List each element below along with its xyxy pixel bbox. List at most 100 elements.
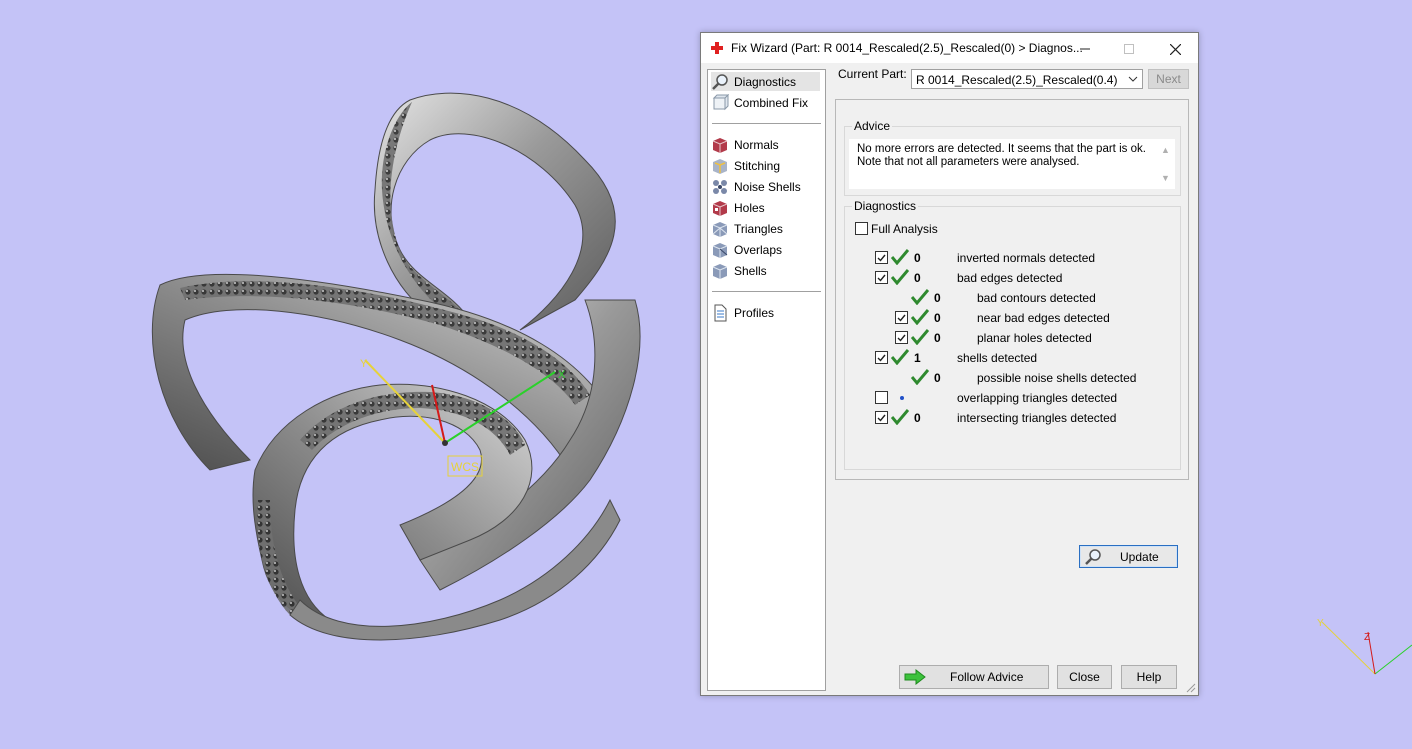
nav-item-noise-shells[interactable]: Noise Shells [711,177,820,196]
minimize-button[interactable] [1062,33,1108,63]
profiles-icon [714,304,727,321]
nav-item-profiles[interactable]: Profiles [711,303,820,322]
diagnostic-checkbox[interactable] [875,251,888,264]
maximize-button[interactable] [1106,33,1152,63]
diagnostic-count: 0 [934,311,941,325]
diagnostic-count: 0 [914,251,921,265]
close-button[interactable]: Close [1057,665,1112,689]
corner-axis-z-label: Z [1364,632,1370,643]
advice-line-2: Note that not all parameters were analys… [857,156,1080,168]
resize-grip-icon[interactable] [1186,683,1196,693]
wcs-axis-y-label: Y [360,358,368,370]
diagnostic-label: bad edges detected [957,271,1063,285]
wcs-label: WCS [451,460,479,474]
holes-icon [712,200,728,216]
follow-advice-button[interactable]: Follow Advice [899,665,1049,689]
diagnostics-group: Diagnostics Full Analysis 0 inverted norm… [844,199,1181,568]
advice-textbox[interactable]: No more errors are detected. It seems th… [849,139,1175,189]
follow-advice-label: Follow Advice [950,670,1024,684]
title-bar[interactable]: Fix Wizard (Part: R 0014_Rescaled(2.5)_R… [701,33,1198,63]
diagnostic-label: near bad edges detected [977,311,1110,325]
diagnostic-label: shells detected [957,351,1038,365]
corner-axes [1321,621,1412,675]
shells-icon [712,263,728,279]
current-part-select[interactable]: R 0014_Rescaled(2.5)_Rescaled(0.4) [911,69,1143,89]
close-icon [1169,43,1181,56]
advice-line-1: No more errors are detected. It seems th… [857,143,1146,155]
normals-icon [712,137,728,153]
corner-axis-y-label: Y [1317,618,1324,629]
red-cross-icon [711,42,723,54]
nav-item-holes[interactable]: Holes [711,198,820,217]
full-analysis-checkbox[interactable] [855,222,868,235]
combined-fix-icon [712,93,729,110]
diagnostic-checkbox[interactable] [895,331,908,344]
magnifier-icon [712,73,728,90]
nav-label: Diagnostics [734,74,797,89]
diagnostic-count: 0 [914,411,921,425]
magnifier-icon [1085,549,1101,565]
nav-item-combined-fix[interactable]: Combined Fix [711,93,820,112]
green-check-icon [890,269,910,286]
diagnostic-label: inverted normals detected [957,251,1096,265]
nav-label: Combined Fix [734,95,809,110]
advice-group: Advice No more errors are detected. It s… [844,119,1181,196]
nav-item-triangles[interactable]: Triangles [711,219,820,238]
current-part-label: Current Part: [838,67,907,81]
diagnostic-label: planar holes detected [977,331,1092,345]
diagnostic-count: 0 [934,331,941,345]
help-button[interactable]: Help [1121,665,1177,689]
check-icon [877,354,886,362]
diagnostic-label: bad contours detected [977,291,1096,305]
nav-item-stitching[interactable]: Stitching [711,156,820,175]
stitching-icon [713,158,727,174]
nav-label: Overlaps [734,242,783,257]
green-check-icon [910,289,930,306]
diagnostic-count: 1 [914,351,921,365]
overlaps-icon [712,242,728,258]
maximize-icon [1124,44,1134,55]
green-arrow-icon [904,669,926,685]
scroll-up-icon[interactable]: ▲ [1161,145,1171,155]
close-window-button[interactable] [1152,33,1198,63]
current-part-value: R 0014_Rescaled(2.5)_Rescaled(0.4) [916,73,1118,87]
nav-label: Stitching [734,158,781,173]
advice-text: No more errors are detected. It seems th… [857,143,1147,169]
check-icon [897,334,906,342]
nav-label: Noise Shells [734,179,801,194]
diagnostics-title: Diagnostics [852,199,919,213]
nav-label: Normals [734,137,779,152]
chevron-down-icon [1128,76,1138,82]
diagnostic-checkbox[interactable] [895,311,908,324]
diagnostics-panel: Advice No more errors are detected. It s… [835,99,1189,568]
nav-item-diagnostics[interactable]: Diagnostics [711,72,820,91]
diagnostic-label: possible noise shells detected [977,371,1137,385]
nav-item-overlaps[interactable]: Overlaps [711,240,820,259]
full-analysis-label: Full Analysis [871,222,938,236]
nav-separator [712,291,821,292]
nav-label: Shells [734,263,767,278]
green-check-icon [890,409,910,426]
diagnostic-checkbox[interactable] [875,271,888,284]
next-button[interactable]: Next [1148,69,1189,89]
diagnostic-count: 0 [914,271,921,285]
triangles-icon [712,221,728,237]
check-icon [877,274,886,282]
diagnostic-checkbox[interactable] [875,411,888,424]
nav-item-shells[interactable]: Shells [711,261,820,280]
check-icon [877,414,886,422]
diagnostic-checkbox[interactable] [875,391,888,404]
nav-item-normals[interactable]: Normals [711,135,820,154]
ring-model[interactable] [151,92,641,641]
diagnostic-count: 0 [934,371,941,385]
update-button[interactable]: Update [1079,545,1178,568]
diagnostic-count: 0 [934,291,941,305]
diagnostic-label: intersecting triangles detected [957,411,1117,425]
scroll-down-icon[interactable]: ▼ [1161,173,1171,183]
check-icon [877,254,886,262]
diagnostic-checkbox[interactable] [875,351,888,364]
nav-label: Profiles [734,305,775,320]
fix-nav-panel: Diagnostics Combined Fix Normals Stitchi… [707,69,826,691]
noise-shells-icon [713,179,727,194]
nav-label: Holes [734,200,765,215]
